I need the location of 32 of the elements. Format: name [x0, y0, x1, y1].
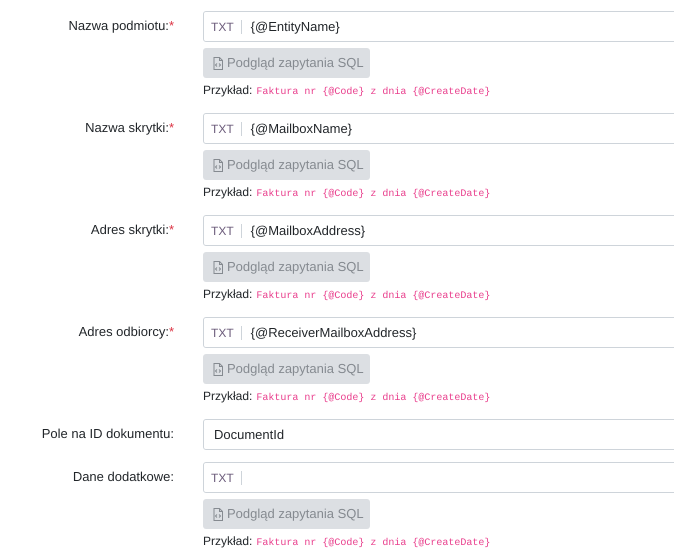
- type-prefix: TXT: [204, 470, 242, 484]
- input-field[interactable]: TXT {@MailboxName}: [203, 113, 674, 144]
- file-code-icon: [213, 158, 223, 172]
- field-label: Nazwa skrytki:*: [85, 119, 174, 137]
- example-code: Faktura nr {@Code} z dnia {@CreateDate}: [256, 290, 490, 304]
- input-field[interactable]: TXT: [203, 462, 674, 493]
- input-field[interactable]: TXT {@ReceiverMailboxAddress}: [203, 317, 674, 348]
- example-code: Faktura nr {@Code} z dnia {@CreateDate}: [256, 86, 490, 100]
- file-code-icon: [213, 56, 223, 70]
- example-label: Przykład:: [203, 388, 252, 405]
- field-label: Pole na ID dokumentu:: [42, 425, 174, 443]
- example-label: Przykład:: [203, 82, 252, 99]
- example-label: Przykład:: [203, 533, 252, 550]
- type-prefix: TXT: [204, 122, 242, 136]
- input-field[interactable]: TXT {@MailboxAddress}: [203, 215, 674, 246]
- example-code: Faktura nr {@Code} z dnia {@CreateDate}: [256, 188, 490, 202]
- type-prefix: TXT: [204, 20, 242, 34]
- field-label: Adres skrytki:*: [90, 221, 174, 239]
- field-label: Dane dodatkowe:: [72, 468, 174, 486]
- example-code: Faktura nr {@Code} z dnia {@CreateDate}: [256, 392, 490, 406]
- field-label: Nazwa podmiotu:*: [68, 17, 174, 35]
- example-label: Przykład:: [203, 286, 252, 303]
- example-code: Faktura nr {@Code} z dnia {@CreateDate}: [256, 536, 490, 550]
- file-code-icon: [213, 260, 223, 274]
- input-field[interactable]: TXT {@EntityName}: [203, 11, 674, 42]
- file-code-icon: [213, 362, 223, 376]
- file-code-icon: [213, 508, 223, 520]
- example-label: Przykład:: [203, 184, 252, 201]
- type-prefix: TXT: [204, 326, 242, 340]
- input-field[interactable]: DocumentId: [203, 419, 674, 450]
- field-label: Adres odbiorcy:*: [78, 323, 174, 341]
- type-prefix: TXT: [204, 224, 242, 238]
